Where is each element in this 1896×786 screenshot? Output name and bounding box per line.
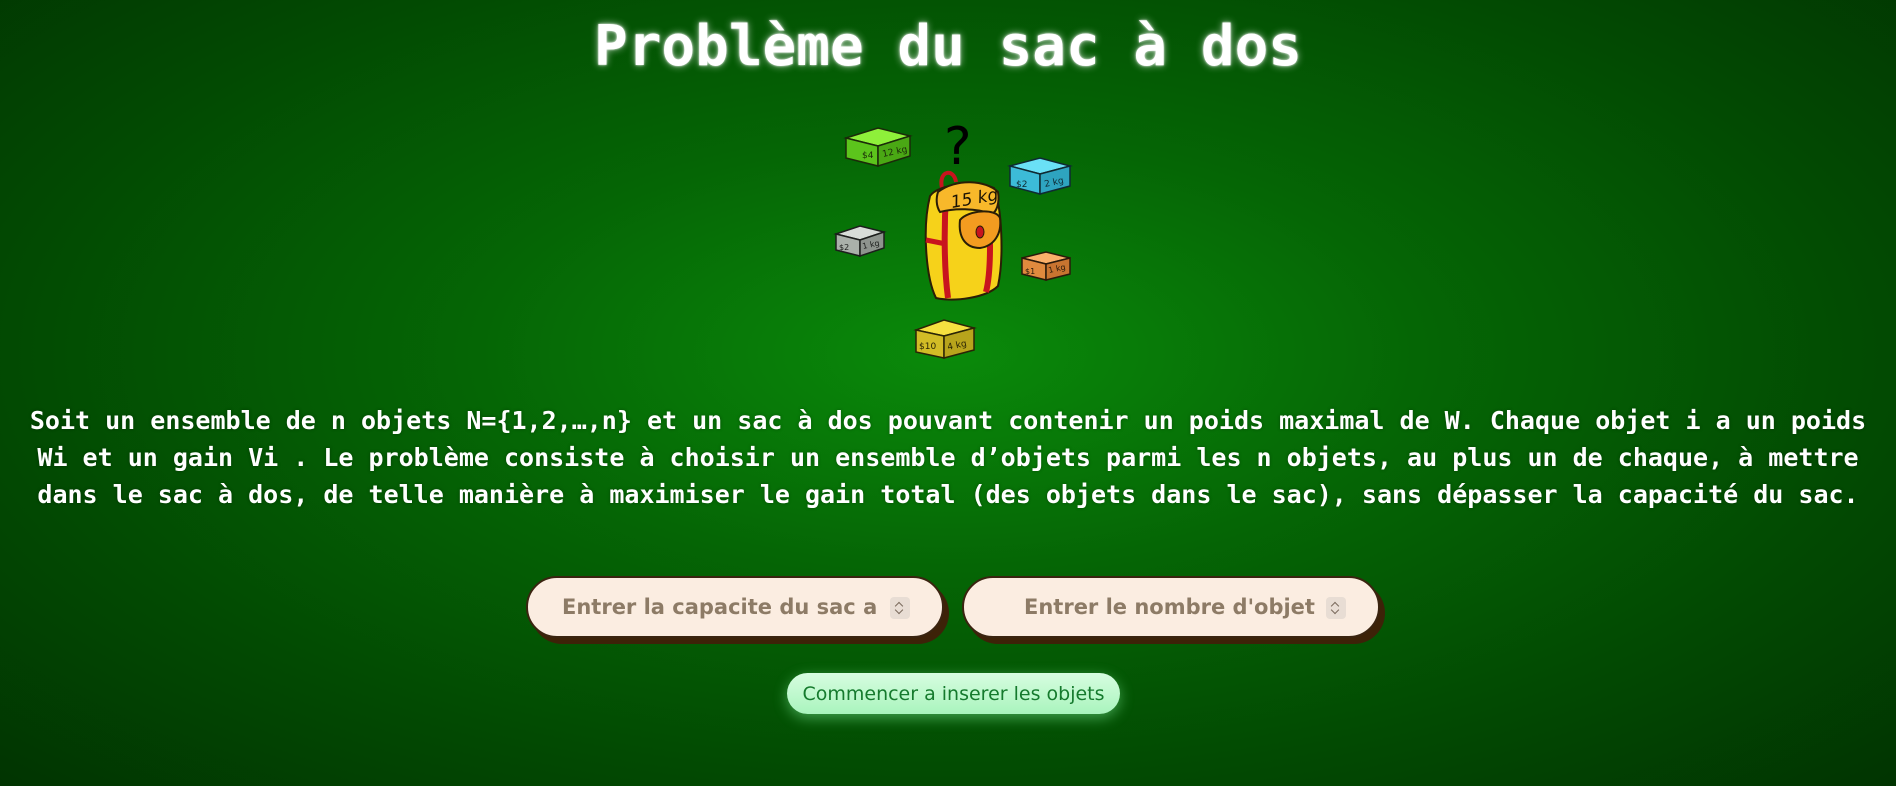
page-title: Problème du sac à dos — [593, 14, 1302, 79]
backpack-icon: 15 kg — [924, 171, 1003, 301]
problem-description: Soit un ensemble de n objets N={1,2,…,n}… — [0, 402, 1896, 513]
box-top-left-price: $4 — [862, 151, 874, 161]
capacity-input[interactable] — [528, 578, 942, 636]
description-line-3: dans le sac à dos, de telle manière à ma… — [37, 480, 1859, 509]
object-count-field — [962, 576, 1380, 638]
box-bottom-price: $10 — [919, 342, 936, 352]
input-row — [526, 576, 1382, 642]
knapsack-illustration: $4 12 kg ? $2 2 kg 15 kg $2 1 kg $1 1 kg — [833, 117, 1073, 359]
box-middle-right-price: $1 — [1025, 267, 1035, 276]
object-count-input[interactable] — [964, 578, 1378, 636]
box-middle-left-price: $2 — [839, 243, 849, 252]
box-top-right-price: $2 — [1016, 180, 1027, 190]
start-inserting-button[interactable]: Commencer a inserer les objets — [787, 673, 1120, 714]
question-mark: ? — [944, 117, 972, 177]
object-count-stepper[interactable] — [1326, 597, 1346, 619]
box-top-left: $4 12 kg — [843, 127, 913, 168]
capacity-stepper[interactable] — [890, 597, 910, 619]
box-middle-left: $2 1 kg — [833, 225, 887, 258]
capacity-field — [526, 576, 944, 638]
box-bottom: $10 4 kg — [913, 319, 977, 359]
box-top-right: $2 2 kg — [1007, 157, 1073, 195]
description-line-1: Soit un ensemble de n objets N={1,2,…,n}… — [29, 406, 1867, 435]
box-middle-right: $1 1 kg — [1021, 251, 1071, 281]
description-line-2: Wi et un gain Vi . Le problème consiste … — [37, 443, 1859, 472]
